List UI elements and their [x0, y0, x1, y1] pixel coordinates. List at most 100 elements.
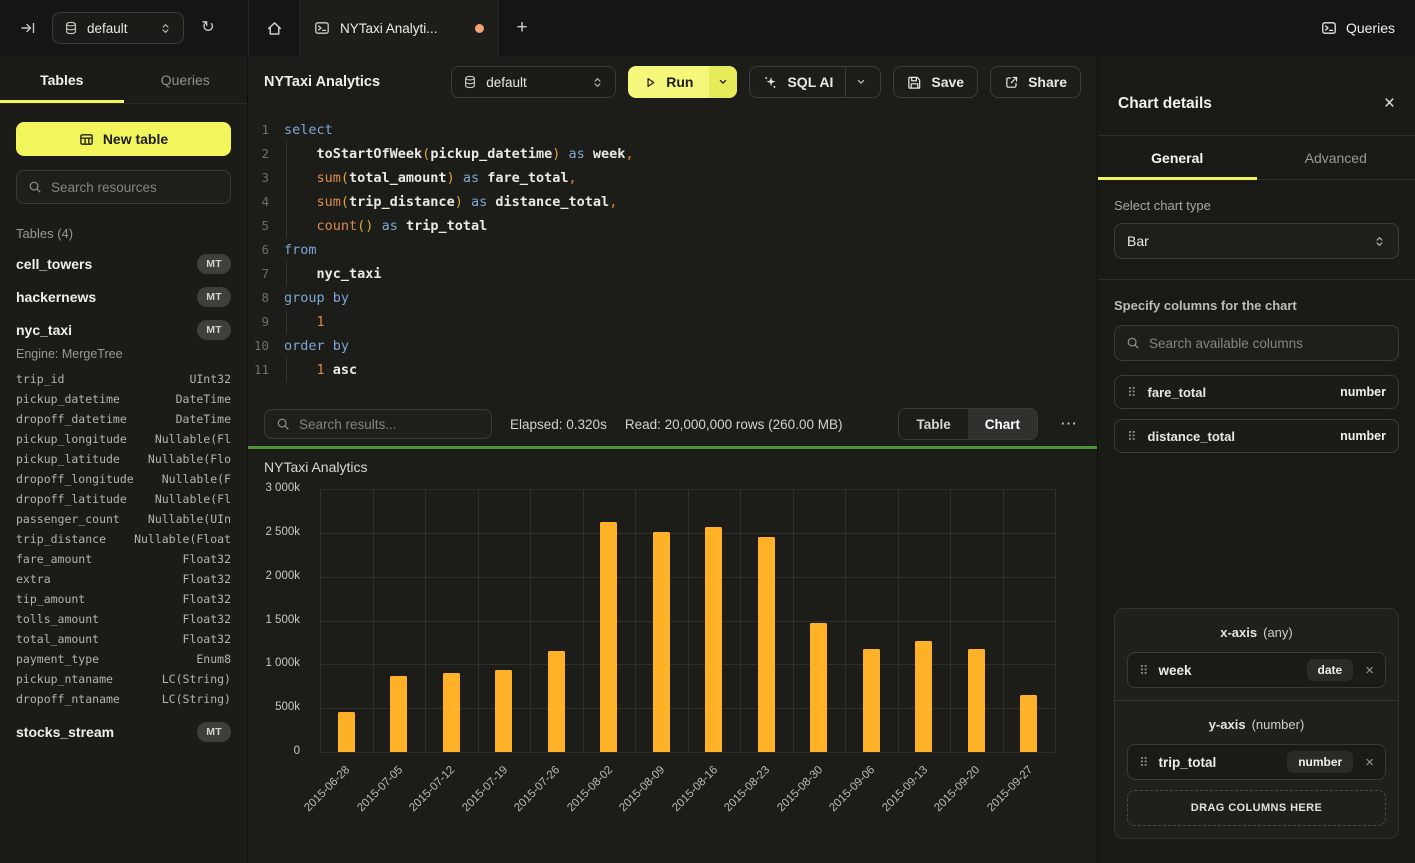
column-type: Enum8 — [196, 652, 231, 666]
bar-cell — [425, 489, 478, 752]
table-item-nyc_taxi[interactable]: nyc_taxiMT — [16, 313, 231, 346]
new-table-button[interactable]: New table — [16, 122, 231, 156]
column-type: Nullable(Flo — [148, 452, 231, 466]
bar-cell — [898, 489, 951, 752]
resource-search-input[interactable] — [51, 180, 219, 195]
rows-read: Read: 20,000,000 rows (260.00 MB) — [625, 417, 843, 432]
available-column-distance_total[interactable]: ⠿distance_totalnumber — [1114, 419, 1399, 453]
divider — [1098, 279, 1415, 280]
column-type: Float32 — [183, 592, 231, 606]
sidebar-tab-tables[interactable]: Tables — [0, 56, 124, 103]
sidebar-tab-queries[interactable]: Queries — [124, 56, 248, 103]
home-button[interactable] — [249, 0, 299, 56]
save-icon — [907, 75, 922, 90]
sparkles-icon — [763, 75, 778, 90]
results-toolbar: Elapsed: 0.320s Read: 20,000,000 rows (2… — [248, 402, 1097, 446]
query-tab[interactable]: NYTaxi Analyti... — [299, 0, 499, 56]
table-item-hackernews[interactable]: hackernewsMT — [16, 280, 231, 313]
specify-columns-label: Specify columns for the chart — [1114, 298, 1399, 313]
columns-search-input[interactable] — [1149, 336, 1387, 351]
bar-cell — [583, 489, 636, 752]
line-number: 9 — [248, 310, 284, 334]
drag-handle-icon[interactable]: ⠿ — [1127, 430, 1137, 443]
chart-view: NYTaxi Analytics 3 000k2 500k2 000k1 500… — [248, 449, 1097, 863]
bar — [810, 623, 827, 752]
collapse-sidebar-button[interactable] — [14, 14, 42, 42]
main-area: NYTaxi Analytics default Run — [248, 56, 1097, 863]
y-axis-label: 1 500k — [265, 614, 300, 626]
bar — [915, 641, 932, 752]
y-axis-items: ⠿trip_totalnumber× — [1127, 744, 1386, 780]
sql-ai-button[interactable]: SQL AI — [749, 66, 881, 98]
run-button[interactable]: Run — [628, 66, 737, 98]
drag-handle-icon[interactable]: ⠿ — [1139, 664, 1149, 677]
code-line: 5count() as trip_total — [248, 214, 1097, 238]
table-icon — [79, 132, 94, 147]
chart-title: NYTaxi Analytics — [264, 459, 367, 475]
available-column-fare_total[interactable]: ⠿fare_totalnumber — [1114, 375, 1399, 409]
close-icon: × — [1384, 93, 1395, 114]
drag-handle-icon[interactable]: ⠿ — [1139, 756, 1149, 769]
column-row: pickup_datetimeDateTime — [16, 389, 231, 409]
unsaved-dot — [475, 24, 484, 33]
database-icon — [463, 75, 477, 89]
app-window: default ↻ NYTaxi Analyti... + Queries — [0, 0, 1415, 863]
refresh-icon: ↻ — [201, 20, 214, 36]
close-panel-button[interactable]: × — [1384, 94, 1395, 113]
table-item-stocks_stream[interactable]: stocks_streamMT — [16, 715, 231, 748]
table-item-cell_towers[interactable]: cell_towersMT — [16, 247, 231, 280]
tab-general[interactable]: General — [1098, 136, 1257, 179]
remove-icon[interactable]: × — [1365, 662, 1374, 679]
chevron-updown-icon — [1373, 235, 1386, 248]
sql-ai-options-button[interactable] — [845, 67, 867, 97]
bar-cell — [320, 489, 373, 752]
share-icon — [1004, 75, 1019, 90]
run-button-main[interactable]: Run — [628, 66, 709, 98]
database-selector[interactable]: default — [52, 12, 184, 44]
drop-zone[interactable]: DRAG COLUMNS HERE — [1127, 790, 1386, 826]
chart-type-select[interactable]: Bar — [1114, 223, 1399, 259]
bar-cell — [530, 489, 583, 752]
line-number: 8 — [248, 286, 284, 310]
bar-cell — [478, 489, 531, 752]
axis-item-trip_total[interactable]: ⠿trip_totalnumber× — [1127, 744, 1386, 780]
gridline-h — [320, 752, 1055, 753]
axis-item-week[interactable]: ⠿weekdate× — [1127, 652, 1386, 688]
bar-chart-plot — [320, 489, 1055, 752]
terminal-icon — [1321, 20, 1337, 36]
column-row: pickup_latitude Nullable(Flo — [16, 449, 231, 469]
column-name: dropoff_ntaname — [16, 692, 120, 706]
axis-column-name: trip_total — [1159, 755, 1278, 770]
database-selector[interactable]: default — [451, 66, 616, 98]
sidebar: Tables Queries New table Tables (4) cell… — [0, 56, 248, 863]
view-toggle-table[interactable]: Table — [899, 409, 967, 439]
column-name: pickup_latitude — [16, 452, 120, 466]
column-row: extraFloat32 — [16, 569, 231, 589]
engine-badge: MT — [197, 320, 231, 340]
column-row: trip_idUInt32 — [16, 369, 231, 389]
table-engine: Engine: MergeTree — [16, 347, 231, 361]
query-tab-title: NYTaxi Analyti... — [340, 21, 465, 36]
results-search-input[interactable] — [299, 417, 480, 432]
run-options-button[interactable] — [709, 66, 737, 98]
more-options-button[interactable]: ⋯ — [1056, 414, 1081, 434]
remove-icon[interactable]: × — [1365, 754, 1374, 771]
refresh-button[interactable]: ↻ — [194, 14, 222, 42]
database-selector-value: default — [87, 21, 150, 36]
tab-advanced[interactable]: Advanced — [1257, 136, 1415, 179]
bar — [705, 527, 722, 752]
y-axis-label: y-axis — [1209, 717, 1246, 732]
save-button[interactable]: Save — [893, 66, 978, 98]
column-name: pickup_datetime — [16, 392, 120, 406]
view-toggle-chart[interactable]: Chart — [968, 409, 1037, 439]
code-line: 6from — [248, 238, 1097, 262]
sql-editor[interactable]: 1select2toStartOfWeek(pickup_datetime) a… — [248, 108, 1097, 402]
code-line: 2toStartOfWeek(pickup_datetime) as week, — [248, 142, 1097, 166]
line-number: 3 — [248, 166, 284, 190]
column-name: total_amount — [16, 632, 99, 646]
share-button[interactable]: Share — [990, 66, 1081, 98]
queries-button[interactable]: Queries — [1321, 20, 1395, 36]
y-axis-label: 2 500k — [265, 526, 300, 538]
drag-handle-icon[interactable]: ⠿ — [1127, 386, 1137, 399]
new-tab-button[interactable]: + — [499, 0, 545, 56]
